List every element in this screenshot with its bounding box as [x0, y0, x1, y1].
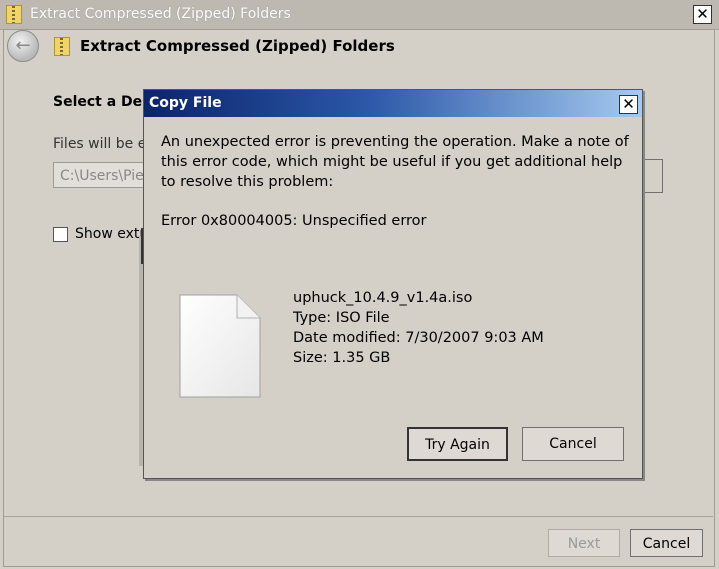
error-message: An unexpected error is preventing the op… [161, 134, 629, 190]
file-icon [179, 294, 261, 398]
files-extracted-label: Files will be e [53, 136, 147, 152]
wizard-cancel-button[interactable]: Cancel [630, 529, 703, 557]
file-size: Size: 1.35 GB [293, 350, 391, 366]
show-extracted-label: Show extr [75, 226, 146, 242]
back-button[interactable]: ← [7, 30, 39, 62]
outer-title-bar: Extract Compressed (Zipped) Folders ✕ [0, 0, 719, 30]
outer-window-title: Extract Compressed (Zipped) Folders [30, 6, 291, 22]
dialog-cancel-button[interactable]: Cancel [522, 427, 624, 461]
next-button[interactable]: Next [548, 529, 620, 557]
dialog-title: Copy File [149, 95, 222, 111]
file-date-modified: Date modified: 7/30/2007 9:03 AM [293, 330, 544, 346]
file-details: uphuck_10.4.9_v1.4a.iso Type: ISO File D… [293, 288, 544, 368]
copy-file-dialog: Copy File ✕ An unexpected error is preve… [143, 89, 643, 479]
dialog-title-bar: Copy File ✕ [144, 90, 642, 117]
wizard-header: Extract Compressed (Zipped) Folders [80, 37, 395, 55]
dialog-close-button[interactable]: ✕ [619, 95, 638, 114]
footer-divider [4, 516, 713, 517]
error-code: Error 0x80004005: Unspecified error [161, 213, 427, 229]
file-type: Type: ISO File [293, 310, 390, 326]
file-name: uphuck_10.4.9_v1.4a.iso [293, 290, 473, 306]
outer-close-button[interactable]: ✕ [693, 5, 712, 24]
browse-button[interactable] [640, 159, 663, 193]
try-again-button[interactable]: Try Again [407, 427, 508, 461]
show-extracted-checkbox[interactable] [53, 227, 68, 242]
zip-folder-icon [54, 37, 70, 56]
zip-folder-icon [6, 5, 22, 24]
